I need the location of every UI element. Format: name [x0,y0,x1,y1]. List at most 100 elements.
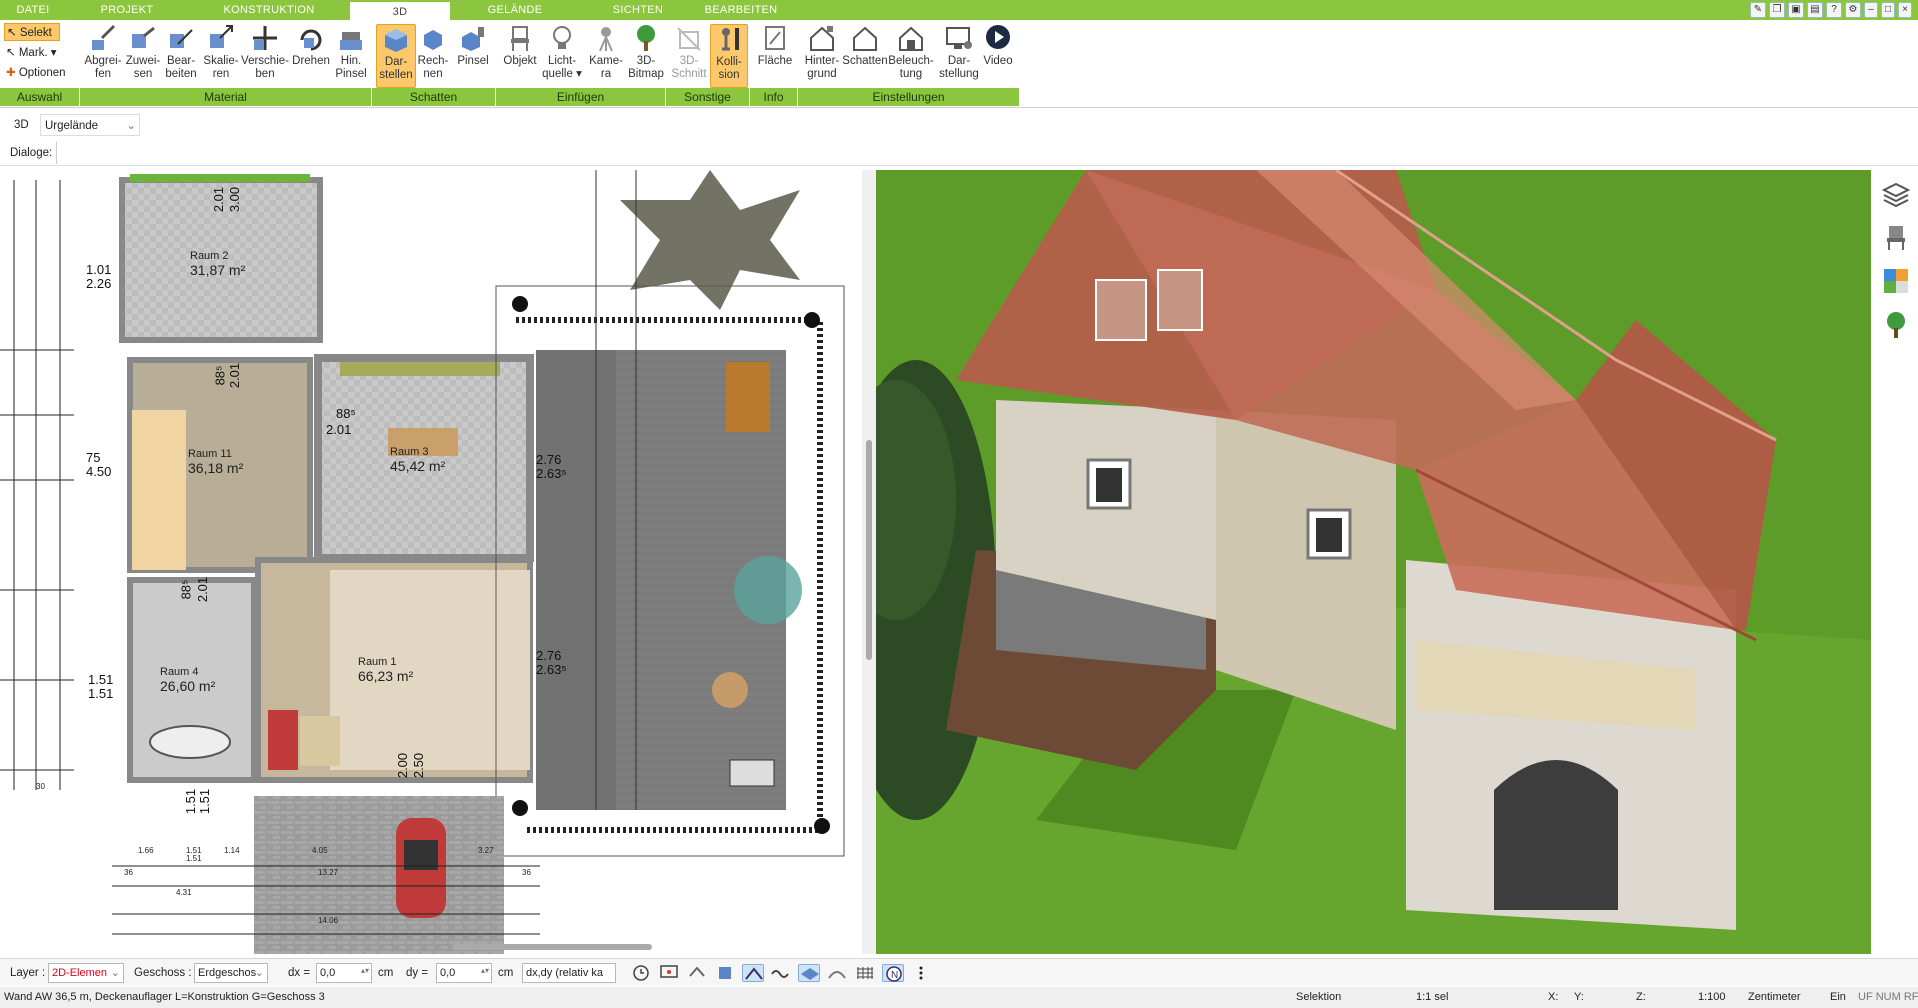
grid-icon[interactable] [854,964,876,982]
tools-icon[interactable]: ✎ [1750,2,1766,18]
material-palette-icon[interactable] [1881,266,1911,296]
room-area: 66,23 m² [358,668,414,684]
select-label: Selekt [19,27,52,39]
terrain-select[interactable]: Urgelände ⌄ [40,114,140,136]
dx-input[interactable]: 0,0 ▴▾ [316,963,372,983]
hintergrund-button[interactable]: Hinter- grund [800,24,844,88]
drehen-button[interactable]: Drehen [288,24,334,88]
geschoss-select[interactable]: Erdgeschos ⌄ [194,963,268,983]
menu-bar: DATEI PROJEKT KONSTRUKTION 3D GELÄNDE SI… [0,0,1918,20]
dimension-label: 1.51 [186,854,202,863]
settings-icon[interactable]: ⚙ [1845,2,1861,18]
ribbon-group-bar: Auswahl Material Schatten Einfügen Sonst… [0,88,1020,106]
lichtquelle-button[interactable]: Licht- quelle ▾ [542,24,582,88]
tab-sichten[interactable]: SICHTEN [580,0,696,20]
horizontal-scrollbar[interactable] [452,944,652,950]
zuweisen-label: Zuwei- sen [125,55,161,80]
tab-konstruktion[interactable]: KONSTRUKTION [188,0,350,20]
dimension-label: 2.50 [411,752,427,779]
beleuchtung-label: Beleuch- tung [888,55,934,80]
layers-small-icon[interactable] [714,964,736,982]
minimize-icon[interactable]: – [1864,2,1878,18]
snap-icon[interactable] [686,964,708,982]
chevron-down-icon: ⌄ [254,967,264,979]
plane-icon[interactable] [798,964,820,982]
dimension-label: 2.01 [227,362,243,389]
kollision-button[interactable]: Kolli- sion [710,24,748,88]
bottom-toolbar: Layer : 2D-Elemen ⌄ Geschoss : Erdgescho… [0,958,1918,986]
room-area: 31,87 m² [190,262,246,278]
coordinate-mode-select[interactable]: dx,dy (relativ ka [522,963,616,983]
schatten-label: Schatten [842,55,888,67]
video-button[interactable]: Video [978,24,1018,88]
mark-tool[interactable]: ↖ Mark. ▾ [4,44,57,62]
ribbon: ↖ Selekt ↖ Mark. ▾ ✚ Optionen Abgrei- fe… [0,20,1918,108]
tab-3d[interactable]: 3D [350,0,450,20]
play-icon [986,25,1010,49]
3d-bitmap-button[interactable]: 3D- Bitmap [626,24,666,88]
group-info: Info [750,88,798,106]
beleuchtung-button[interactable]: Beleuch- tung [886,24,936,88]
rechnen-label: Rech- nen [417,55,449,80]
flaeche-label: Fläche [757,55,793,67]
pipette-icon [92,24,116,50]
dimension-label: 2.01 [195,576,211,603]
verschieben-label: Verschie- ben [241,55,289,80]
spinner-icon[interactable]: ▴▾ [481,962,489,980]
3d-view[interactable] [876,170,1871,954]
chair-icon[interactable] [1881,222,1911,252]
status-selektion: Selektion [1296,991,1342,1003]
rechnen-button[interactable]: Rech- nen [412,24,454,88]
kamera-button[interactable]: Kame- ra [586,24,626,88]
close-icon[interactable]: × [1898,2,1912,18]
dimension-label: 2.76 [536,452,562,467]
dimension-label: 75 [86,450,101,465]
schatten-button[interactable]: Schatten [840,24,890,88]
view-mode-icon[interactable] [742,964,764,982]
dy-input[interactable]: 0,0 ▴▾ [436,963,492,983]
more-options-icon[interactable] [910,964,932,982]
shading-icon[interactable] [826,964,848,982]
dialoge-label: Dialoge: [10,147,53,159]
save-icon[interactable]: ▤ [1807,2,1823,18]
vertical-scrollbar[interactable] [866,440,872,660]
hin-pinsel-button[interactable]: Hin. Pinsel [330,24,372,88]
options-tool[interactable]: ✚ Optionen [4,64,66,82]
drehen-label: Drehen [292,55,330,67]
flaeche-button[interactable]: Fläche [754,24,796,88]
monitor-icon[interactable] [658,964,680,982]
spinner-icon[interactable]: ▴▾ [361,962,369,980]
section-icon [677,27,701,51]
objekt-button[interactable]: Objekt [500,24,540,88]
select-tool[interactable]: ↖ Selekt [4,23,60,41]
clock-icon[interactable] [630,964,652,982]
darstellung-button[interactable]: Dar- stellung [934,24,984,88]
tab-gelaende[interactable]: GELÄNDE [450,0,580,20]
3d-schnitt-button[interactable]: 3D- Schnitt [668,24,710,88]
restore-icon[interactable]: ❐ [1769,2,1785,18]
darstellung-label: Dar- stellung [939,55,979,80]
floor-plan-view[interactable]: Raum 2 31,87 m² Raum 11 36,18 m² Raum 3 … [0,170,862,954]
pinsel-button[interactable]: Pinsel [452,24,494,88]
tab-bearbeiten[interactable]: BEARBEITEN [696,0,786,20]
darstellen-button[interactable]: Dar- stellen [376,24,416,88]
view-splitter[interactable] [862,170,876,954]
group-schatten: Schatten [372,88,496,106]
tab-datei[interactable]: DATEI [0,0,66,20]
status-ein: Ein [1830,991,1846,1003]
dimension-label: 2.01 [326,422,352,437]
north-icon[interactable]: N [882,964,904,982]
help-icon[interactable]: ? [1826,2,1842,18]
wave-icon[interactable] [770,964,792,982]
tab-projekt[interactable]: PROJEKT [66,0,188,20]
layers-icon[interactable] [1881,180,1911,210]
verschieben-button[interactable]: Verschie- ben [238,24,292,88]
chair-icon [511,26,529,51]
status-sel-count: 1:1 sel [1416,991,1449,1003]
house-light-icon [899,26,923,51]
hin-pinsel-label: Hin. Pinsel [335,55,367,80]
layer-select[interactable]: 2D-Elemen ⌄ [48,963,124,983]
maximize-icon[interactable]: □ [1881,2,1895,18]
tree-icon[interactable] [1881,310,1911,340]
windows-icon[interactable]: ▣ [1788,2,1804,18]
